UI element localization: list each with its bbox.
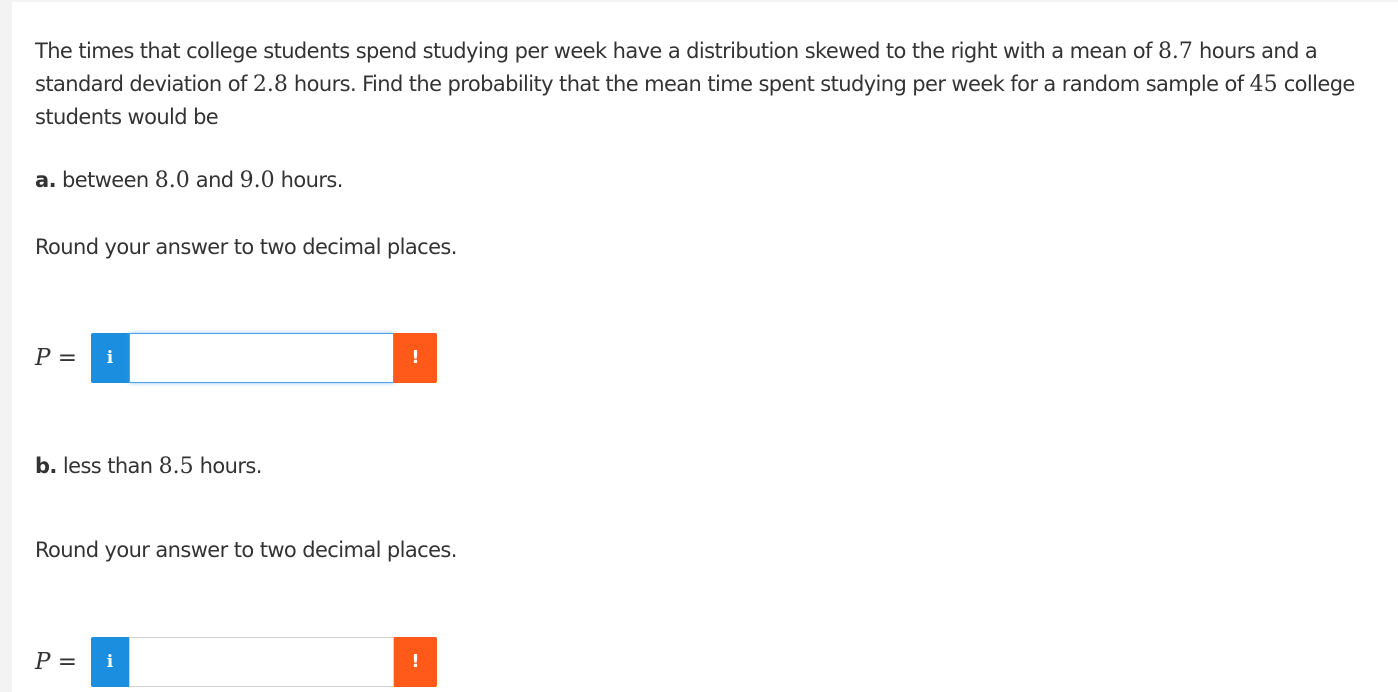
part-a-low: 8.0 xyxy=(154,168,190,193)
question-text: The times that college students spend st… xyxy=(35,35,1375,134)
part-a-answer-input[interactable] xyxy=(129,333,394,383)
part-a-high: 9.0 xyxy=(239,168,275,193)
part-a-text-2: and xyxy=(189,168,240,192)
part-a-warning-icon[interactable]: ! xyxy=(394,333,437,383)
question-panel: The times that college students spend st… xyxy=(12,2,1398,692)
mean-value: 8.7 xyxy=(1157,39,1193,64)
part-a-instruction: Round your answer to two decimal places. xyxy=(35,235,457,259)
part-a-p-label: P = xyxy=(35,333,77,383)
part-b-text-1: less than xyxy=(56,454,159,478)
part-a-info-icon[interactable]: i xyxy=(91,333,129,383)
part-b-prompt: b. less than 8.5 hours. xyxy=(35,454,262,479)
sd-value: 2.8 xyxy=(252,72,288,97)
part-b-answer-input[interactable] xyxy=(129,637,394,687)
part-b-warning-icon[interactable]: ! xyxy=(394,637,437,687)
question-text-1: The times that college students spend st… xyxy=(35,39,1158,63)
part-b-info-icon[interactable]: i xyxy=(91,637,129,687)
part-b-label: b. xyxy=(35,454,57,478)
part-b-p-eq: = xyxy=(50,649,78,675)
part-a-text-3: hours. xyxy=(274,168,344,192)
part-b-text-2: hours. xyxy=(193,454,263,478)
part-a-p-eq: = xyxy=(50,345,78,371)
part-b-value: 8.5 xyxy=(158,454,194,479)
part-b-p-var: P xyxy=(35,649,51,675)
part-a-text-1: between xyxy=(55,168,155,192)
part-a-prompt: a. between 8.0 and 9.0 hours. xyxy=(35,168,343,193)
part-b-instruction: Round your answer to two decimal places. xyxy=(35,538,457,562)
part-a-p-var: P xyxy=(35,345,51,371)
part-b-p-label: P = xyxy=(35,637,77,687)
question-text-3: hours. Find the probability that the mea… xyxy=(287,72,1250,96)
part-a-label: a. xyxy=(35,168,57,192)
sample-size-value: 45 xyxy=(1249,72,1278,97)
